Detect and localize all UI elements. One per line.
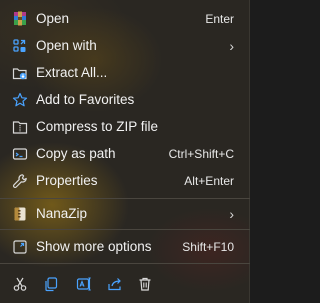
menu-item-label: Open	[36, 11, 70, 26]
menu-item-label: Show more options	[36, 239, 152, 254]
menu-item-label: Copy as path	[36, 146, 116, 161]
chevron-right-icon: ›	[229, 206, 234, 222]
star-icon	[12, 92, 28, 108]
menu-item-shortcut: Enter	[205, 12, 234, 26]
nanazip-icon	[12, 206, 28, 222]
menu-item-shortcut: Shift+F10	[182, 240, 234, 254]
menu-item-add-to-favorites[interactable]: Add to Favorites	[6, 87, 244, 113]
menu-item-label: Add to Favorites	[36, 92, 135, 107]
show-more-icon	[12, 239, 28, 255]
extract-all-icon	[12, 65, 28, 81]
open-with-icon	[12, 38, 28, 54]
delete-icon[interactable]	[134, 273, 156, 295]
menu-item-label: NanaZip	[36, 206, 88, 221]
chevron-right-icon: ›	[229, 38, 234, 54]
menu-item-label: Compress to ZIP file	[36, 119, 159, 134]
menu-item-properties[interactable]: Properties Alt+Enter	[6, 168, 244, 194]
menu-item-show-more-options[interactable]: Show more options Shift+F10	[6, 234, 244, 260]
menu-item-open-with[interactable]: Open with ›	[6, 33, 244, 59]
copy-icon[interactable]	[40, 273, 62, 295]
separator	[0, 229, 250, 230]
quick-actions-toolbar	[0, 270, 250, 298]
copy-path-icon	[12, 146, 28, 162]
rename-icon[interactable]	[73, 273, 95, 295]
menu-item-nanazip[interactable]: NanaZip ›	[6, 201, 244, 227]
winrar-archive-icon	[12, 11, 28, 27]
zip-folder-icon	[12, 119, 28, 135]
menu-item-label: Properties	[36, 173, 98, 188]
menu-item-label: Extract All...	[36, 65, 108, 80]
context-menu: Open Enter Open with › Extract All... Ad…	[0, 0, 250, 303]
menu-item-label: Open with	[36, 38, 97, 53]
cut-icon[interactable]	[9, 273, 31, 295]
wrench-icon	[12, 173, 28, 189]
menu-item-copy-as-path[interactable]: Copy as path Ctrl+Shift+C	[6, 141, 244, 167]
menu-item-shortcut: Alt+Enter	[184, 174, 234, 188]
share-icon[interactable]	[104, 273, 126, 295]
menu-item-open[interactable]: Open Enter	[6, 6, 244, 32]
menu-item-compress-to-zip[interactable]: Compress to ZIP file	[6, 114, 244, 140]
menu-item-extract-all[interactable]: Extract All...	[6, 60, 244, 86]
menu-item-shortcut: Ctrl+Shift+C	[168, 147, 234, 161]
separator	[0, 198, 250, 199]
separator	[0, 263, 250, 264]
